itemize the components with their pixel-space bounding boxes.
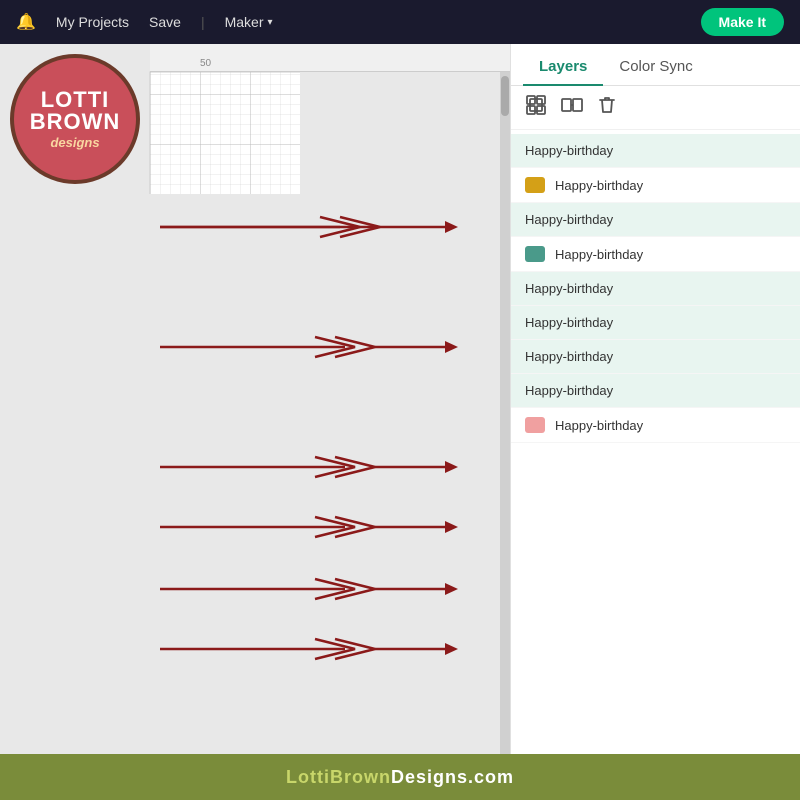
logo-line2: BROWN — [30, 111, 121, 133]
footer-text: LottiBrownDesigns.com — [286, 767, 514, 788]
layer-item[interactable]: Happy-birthday — [511, 203, 800, 237]
layer-name: Happy-birthday — [555, 178, 786, 193]
layer-item[interactable]: Happy-birthday — [511, 237, 800, 272]
logo-circle: LOTTI BROWN designs — [10, 54, 140, 184]
chevron-down-icon: ▾ — [268, 17, 273, 28]
nav-separator: | — [201, 14, 205, 30]
layer-name: Happy-birthday — [525, 281, 786, 296]
group-icon[interactable] — [525, 94, 547, 121]
layer-name: Happy-birthday — [525, 315, 786, 330]
bell-icon[interactable]: 🔔 — [16, 12, 36, 32]
layer-item[interactable]: Happy-birthday — [511, 408, 800, 443]
vertical-scrollbar[interactable] — [500, 72, 510, 754]
layer-name: Happy-birthday — [555, 418, 786, 433]
layer-name: Happy-birthday — [525, 143, 786, 158]
right-panel: Layers Color Sync — [510, 44, 800, 754]
layer-item[interactable]: Happy-birthday — [511, 340, 800, 374]
layer-name: Happy-birthday — [525, 349, 786, 364]
layer-color-swatch — [525, 246, 545, 262]
tab-layers[interactable]: Layers — [523, 44, 603, 85]
layer-item[interactable]: Happy-birthday — [511, 306, 800, 340]
layer-item[interactable]: Happy-birthday — [511, 272, 800, 306]
my-projects-link[interactable]: My Projects — [56, 14, 129, 30]
main-area: 50 LOTTI BROWN designs — [0, 44, 800, 754]
panel-toolbar — [511, 86, 800, 130]
ungroup-icon[interactable] — [561, 94, 583, 121]
top-nav: 🔔 My Projects Save | Maker ▾ Make It — [0, 0, 800, 44]
layer-name: Happy-birthday — [555, 247, 786, 262]
logo-line3: designs — [50, 135, 99, 150]
panel-tabs: Layers Color Sync — [511, 44, 800, 86]
layer-item[interactable]: Happy-birthday — [511, 374, 800, 408]
delete-icon[interactable] — [597, 94, 617, 121]
layer-name: Happy-birthday — [525, 383, 786, 398]
ruler-top: 50 — [150, 44, 510, 72]
layers-list[interactable]: Happy-birthday Happy-birthday Happy-birt… — [511, 130, 800, 754]
scrollbar-thumb[interactable] — [501, 76, 509, 116]
tab-color-sync[interactable]: Color Sync — [603, 44, 708, 85]
maker-label: Maker — [225, 14, 264, 30]
footer-highlight: LottiBrown — [286, 767, 391, 787]
save-link[interactable]: Save — [149, 14, 181, 30]
footer: LottiBrownDesigns.com — [0, 754, 800, 800]
canvas-area[interactable]: 50 LOTTI BROWN designs — [0, 44, 510, 754]
ruler-label-50: 50 — [200, 58, 211, 69]
layer-item[interactable]: Happy-birthday — [511, 168, 800, 203]
logo-line1: LOTTI — [41, 89, 110, 111]
layer-item[interactable]: Happy-birthday — [511, 134, 800, 168]
maker-dropdown[interactable]: Maker ▾ — [225, 14, 273, 30]
make-it-button[interactable]: Make It — [701, 8, 784, 36]
layer-color-swatch — [525, 417, 545, 433]
layer-name: Happy-birthday — [525, 212, 786, 227]
layer-color-swatch — [525, 177, 545, 193]
